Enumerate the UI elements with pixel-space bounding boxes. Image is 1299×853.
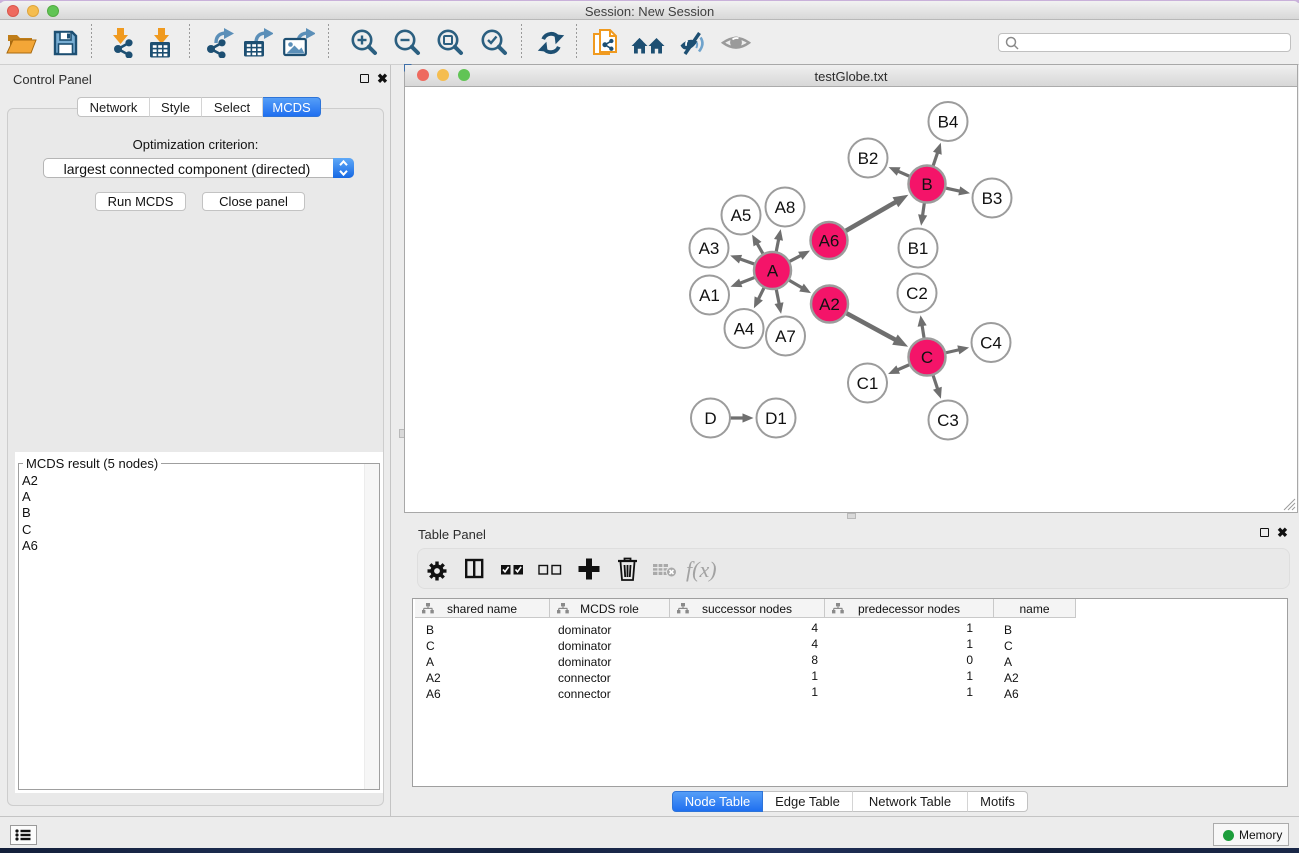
svg-text:B1: B1 [908, 239, 929, 258]
svg-text:C4: C4 [980, 334, 1002, 353]
svg-text:D1: D1 [765, 409, 787, 428]
svg-text:A1: A1 [699, 286, 720, 305]
svg-text:B2: B2 [858, 149, 879, 168]
svg-text:C3: C3 [937, 411, 959, 430]
svg-text:B4: B4 [938, 113, 959, 132]
svg-text:B3: B3 [982, 189, 1003, 208]
svg-text:A6: A6 [819, 232, 840, 251]
svg-text:A3: A3 [699, 239, 720, 258]
svg-text:A8: A8 [775, 198, 796, 217]
svg-text:C: C [921, 348, 933, 367]
svg-text:B: B [921, 175, 932, 194]
svg-text:A7: A7 [775, 327, 796, 346]
svg-text:A4: A4 [734, 320, 755, 339]
svg-text:A: A [767, 262, 779, 281]
svg-text:D: D [704, 409, 716, 428]
svg-text:C2: C2 [906, 284, 928, 303]
svg-text:A5: A5 [731, 206, 752, 225]
svg-text:C1: C1 [857, 374, 879, 393]
svg-text:A2: A2 [819, 295, 840, 314]
